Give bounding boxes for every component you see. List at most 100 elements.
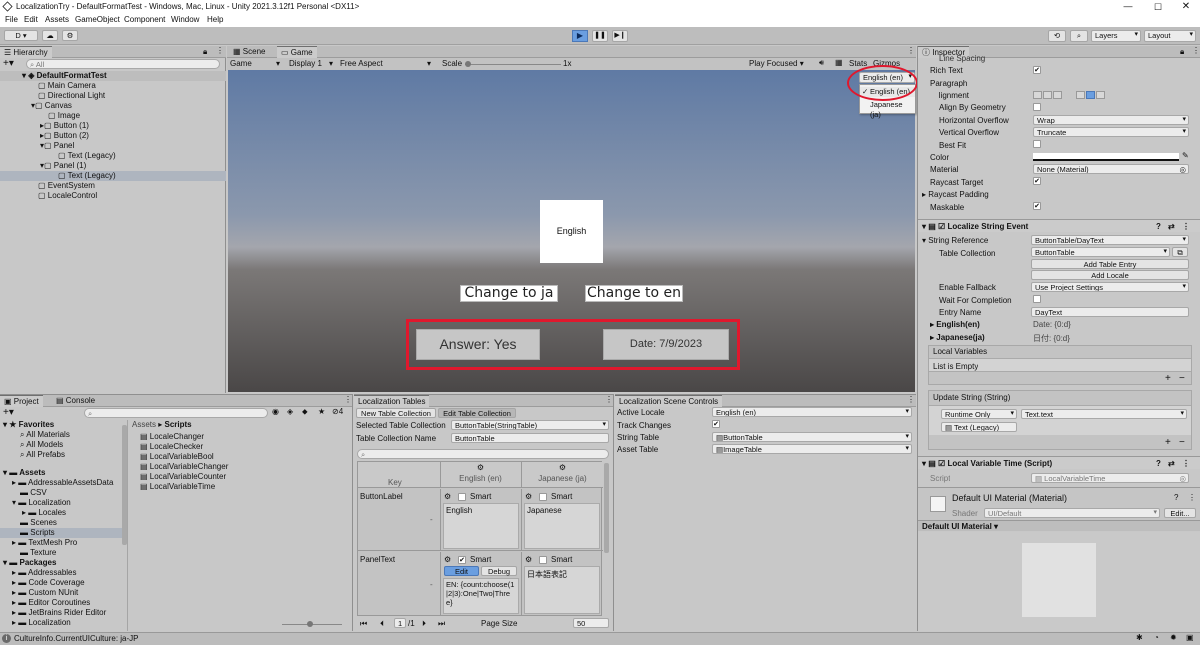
track-changes-checkbox[interactable]: ✔ <box>712 420 720 428</box>
menu-component[interactable]: Component <box>124 15 165 24</box>
history-icon[interactable]: ⟲ <box>1048 30 1066 42</box>
add-locale-button[interactable]: Add Locale <box>1031 270 1189 280</box>
tab-game[interactable]: ▭ Game <box>277 46 317 58</box>
hierarchy-search-input[interactable]: ⌕ All <box>26 59 220 69</box>
function-dropdown[interactable]: Text.text <box>1021 409 1187 419</box>
smart-checkbox[interactable]: ✔ <box>458 556 466 564</box>
prev-page-icon[interactable]: ⏴︎ <box>380 618 384 629</box>
row-handle-icon[interactable]: - <box>430 515 433 524</box>
scale-slider-handle[interactable] <box>465 61 471 67</box>
table-scrollbar[interactable] <box>604 463 609 553</box>
material-field[interactable]: None (Material) ◎ <box>1033 164 1189 174</box>
search-by-type-icon[interactable]: ◉ <box>272 407 279 416</box>
align-left-icon[interactable] <box>1033 91 1042 99</box>
locale-gear-icon[interactable]: ⚙ <box>441 462 520 474</box>
project-search-input[interactable]: ⌕ <box>84 408 268 418</box>
preset-icon[interactable]: ⇄ <box>1168 457 1175 470</box>
align-by-geometry-checkbox[interactable] <box>1033 103 1041 111</box>
tree-item[interactable]: ▬ Texture <box>0 548 127 558</box>
tab-scene[interactable]: ▦ Scene <box>229 46 269 58</box>
maximize-button[interactable]: ☐ <box>1148 0 1168 14</box>
hierarchy-tab[interactable]: ☰ Hierarchy <box>0 46 52 58</box>
edit-table-collection-button[interactable]: Edit Table Collection <box>438 408 516 418</box>
hierarchy-item[interactable]: ▾ ◈ DefaultFormatTest <box>0 71 226 81</box>
tree-item[interactable]: ▸ ▬ Localization <box>0 618 127 628</box>
runtime-only-dropdown[interactable]: Runtime Only <box>941 409 1017 419</box>
collab-icon[interactable]: ⚙ <box>62 30 78 41</box>
layers-dropdown[interactable]: Layers <box>1091 30 1141 42</box>
string-reference-dropdown[interactable]: ButtonTable/DayText <box>1031 235 1189 245</box>
lock-icon[interactable]: 🔒︎ <box>203 47 207 57</box>
hierarchy-item[interactable]: ▾▢ Canvas <box>0 101 226 111</box>
file-item[interactable]: ▤ LocaleChecker <box>140 442 350 452</box>
ja-value-field[interactable]: 日本語表記 <box>524 566 600 614</box>
tree-item[interactable]: ▸ ▬ AddressableAssetsData <box>0 478 127 488</box>
color-field[interactable] <box>1033 153 1179 161</box>
minimize-button[interactable]: — <box>1118 0 1138 14</box>
tree-item[interactable]: ⌕ All Prefabs <box>0 450 127 460</box>
step-button[interactable]: ▶❙ <box>612 30 628 42</box>
close-button[interactable]: ✕ <box>1176 0 1196 14</box>
notification-icon[interactable]: ▣ <box>1186 633 1194 642</box>
layout-icon[interactable]: ▦ <box>835 58 843 67</box>
lock-icon[interactable]: 🔒︎ <box>1180 47 1184 57</box>
eyedropper-icon[interactable]: ✎ <box>1182 151 1189 160</box>
edit-mode-button[interactable]: Edit <box>444 566 479 576</box>
more-icon[interactable]: ⋮ <box>907 395 915 404</box>
tree-item[interactable]: ▾ ★ Favorites <box>0 420 127 430</box>
open-table-icon[interactable]: ⧉ <box>1172 247 1188 257</box>
display-mode-dropdown[interactable]: Game ▾ <box>230 59 284 68</box>
smart-checkbox[interactable] <box>539 493 547 501</box>
hierarchy-item[interactable]: ▢ LocaleControl <box>0 191 226 201</box>
smart-checkbox[interactable] <box>539 556 547 564</box>
selected-collection-dropdown[interactable]: ButtonTable(StringTable) <box>451 420 609 430</box>
collection-name-input[interactable]: ButtonTable <box>451 433 609 443</box>
table-collection-dropdown[interactable]: ButtonTable <box>1031 247 1170 257</box>
change-to-ja-button[interactable]: Change to ja <box>460 285 558 302</box>
cloud-icon[interactable]: ☁ <box>42 30 58 41</box>
local-variable-time-header[interactable]: ▾ ▤ ☑ Local Variable Time (Script) ? ⇄ ⋮ <box>918 456 1200 469</box>
more-icon[interactable]: ⋮ <box>907 46 915 55</box>
menu-file[interactable]: File <box>5 15 18 24</box>
add-icon[interactable]: +▾ <box>3 58 14 69</box>
table-row[interactable]: ButtonLabel - ⚙ Smart English ⚙ Smart Ja… <box>358 489 603 551</box>
asset-table-dropdown[interactable]: ▤ImageTable <box>712 444 912 454</box>
help-icon[interactable]: ? <box>1174 493 1178 502</box>
hierarchy-item[interactable]: ▢ Image <box>0 111 226 121</box>
material-preview-header[interactable]: Default UI Material ▾ <box>918 520 1200 531</box>
tree-item[interactable]: ▸ ▬ Locales <box>0 508 127 518</box>
label-icon[interactable]: ⬥ <box>302 407 308 417</box>
account-dropdown[interactable]: D ▾ <box>4 30 38 41</box>
tree-item[interactable]: ▾ ▬ Assets <box>0 468 127 478</box>
locale-gear-icon[interactable]: ⚙ <box>522 462 603 474</box>
tree-item[interactable]: ▸ ▬ Custom NUnit <box>0 588 127 598</box>
rich-text-checkbox[interactable]: ✔ <box>1033 66 1041 74</box>
tree-item[interactable]: ▸ ▬ Code Coverage <box>0 578 127 588</box>
scale-slider-track[interactable] <box>465 64 561 65</box>
help-icon[interactable]: ? <box>1156 220 1161 233</box>
locale-gear-icon[interactable]: ⚙ <box>525 555 532 564</box>
smart-checkbox[interactable] <box>458 493 466 501</box>
target-icon[interactable]: ◎ <box>1179 165 1186 173</box>
tab-console[interactable]: ▤ Console <box>52 395 99 407</box>
tree-item[interactable]: ▬ CSV <box>0 488 127 498</box>
aspect-dropdown[interactable]: Free Aspect <box>340 59 430 68</box>
more-icon[interactable]: ⋮ <box>1188 493 1196 502</box>
hierarchy-item[interactable]: ▸▢ Button (2) <box>0 131 226 141</box>
table-row[interactable]: PanelText - ⚙ ✔ Smart Edit Debug EN: {co… <box>358 552 603 616</box>
more-icon[interactable]: ⋮ <box>216 46 224 55</box>
table-search-input[interactable]: ⌕ <box>357 449 609 459</box>
file-item[interactable]: ▤ LocalVariableTime <box>140 482 350 492</box>
tables-tab[interactable]: Localization Tables <box>354 395 430 407</box>
locale-gear-icon[interactable]: ⚙ <box>444 492 451 501</box>
file-item[interactable]: ▤ LocalVariableBool <box>140 452 350 462</box>
shader-edit-button[interactable]: Edit... <box>1164 508 1196 518</box>
tree-item[interactable]: ▬ Scenes <box>0 518 127 528</box>
wait-for-completion-checkbox[interactable] <box>1033 295 1041 303</box>
file-item[interactable]: ▤ LocaleChanger <box>140 432 350 442</box>
page-input[interactable]: 1 <box>394 618 406 628</box>
string-table-dropdown[interactable]: ▤ButtonTable <box>712 432 912 442</box>
target-object-field[interactable]: ▤ Text (Legacy) <box>941 422 1017 432</box>
tab-project[interactable]: ▣ Project <box>0 395 43 407</box>
page-size-input[interactable]: 50 <box>573 618 609 628</box>
